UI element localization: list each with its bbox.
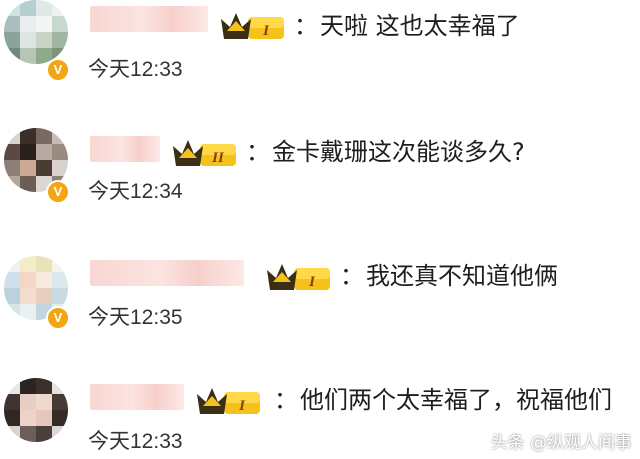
avatar-mosaic — [4, 378, 68, 442]
comment-separator: ： — [246, 138, 270, 166]
avatar[interactable] — [4, 378, 68, 442]
watermark: 头条 @纵观人间事 — [490, 433, 632, 453]
comment-separator: ： — [294, 12, 318, 40]
crown-level-text: I — [238, 398, 246, 414]
username-blurred[interactable] — [90, 384, 184, 410]
comment-text: 金卡戴珊这次能谈多久? — [272, 138, 525, 166]
crown-level-badge-icon: II — [173, 140, 236, 166]
crown-level-text: I — [262, 23, 270, 39]
comment-separator: ： — [274, 386, 298, 414]
username-blurred[interactable] — [90, 6, 208, 32]
verified-badge-icon: V — [46, 58, 70, 82]
comment-time: 今天12:35 — [88, 306, 183, 329]
comment-text: 天啦 这也太幸福了 — [320, 12, 520, 40]
crown-level-text: II — [211, 150, 225, 166]
comment-text: 他们两个太幸福了，祝福他们 — [300, 386, 612, 414]
crown-level-badge-icon: I — [221, 13, 284, 39]
comment-text: 我还真不知道他俩 — [366, 262, 558, 290]
crown-level-badge-icon: I — [197, 388, 260, 414]
comment-item: V I ： 天啦 这也太幸福了 今天12:33 — [0, 0, 640, 110]
username-blurred[interactable] — [90, 136, 160, 162]
avatar[interactable] — [4, 0, 68, 64]
comment-item: V II ： 金卡戴珊这次能谈多久? 今天12:34 — [0, 128, 640, 238]
verified-badge-icon: V — [46, 180, 70, 204]
crown-level-badge-icon: I — [267, 264, 330, 290]
comment-time: 今天12:33 — [88, 430, 183, 453]
crown-level-text: I — [308, 274, 316, 290]
verified-badge-icon: V — [46, 306, 70, 330]
comment-item: V I ： 我还真不知道他俩 今天12:35 — [0, 256, 640, 366]
comment-time: 今天12:33 — [88, 58, 183, 81]
comment-separator: ： — [340, 262, 364, 290]
avatar-mosaic — [4, 0, 68, 64]
comment-time: 今天12:34 — [88, 180, 183, 203]
username-blurred[interactable] — [90, 260, 244, 286]
